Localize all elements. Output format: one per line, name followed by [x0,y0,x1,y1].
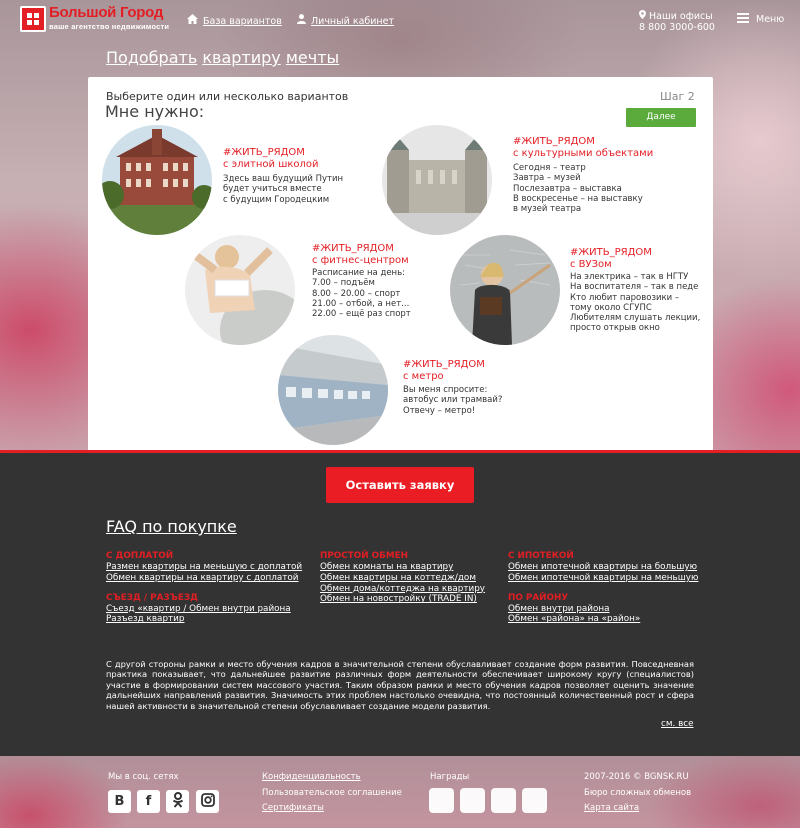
title-part-3[interactable]: мечты [286,48,339,67]
faq-link[interactable]: Обмен ипотечной квартиры на большую [508,562,698,573]
faq-column-2: ПРОСТОЙ ОБМЕН Обмен комнаты на квартиру … [320,551,485,605]
bureau-link[interactable]: Бюро сложных обменов [584,788,691,798]
option-school-tag[interactable]: #ЖИТЬ_РЯДОМ [223,147,305,159]
social-label: Мы в соц. сетях [108,772,179,782]
copyright: 2007-2016 © BGNSK.RU [584,772,689,782]
nav-base-label: База вариантов [203,16,282,27]
faq-title[interactable]: FAQ по покупке [106,517,237,536]
option-university-tag[interactable]: #ЖИТЬ_РЯДОМ [570,247,652,259]
faq-heading: С ИПОТЕКОЙ [508,551,574,561]
page-title: Подобрать квартиру мечты [106,48,339,67]
faq-column-1: С ДОПЛАТОЙ Размен квартиры на меньшую с … [106,551,302,625]
faq-description: С другой стороны рамки и место обучения … [106,659,694,711]
faq-link[interactable]: Разъезд квартир [106,614,302,625]
faq-column-3: С ИПОТЕКОЙ Обмен ипотечной квартиры на б… [508,551,698,625]
user-icon [297,14,306,27]
home-icon [187,14,198,27]
faq-link[interactable]: Размен квартиры на меньшую с доплатой [106,562,302,573]
faq-link[interactable]: Обмен квартиры на квартиру с доплатой [106,573,302,584]
faq-heading: ПРОСТОЙ ОБМЕН [320,551,408,561]
menu-button[interactable]: Меню [737,13,784,25]
menu-icon [737,13,749,23]
faq-link[interactable]: Обмен на новостройку (TRADE IN) [320,594,485,605]
option-university-image[interactable] [450,235,560,345]
faq-link[interactable]: Обмен дома/коттеджа на квартиру [320,584,485,595]
faq-link[interactable]: Съезд «квартир / Обмен внутри района [106,604,302,615]
see-all-link[interactable]: см. все [661,719,694,729]
option-fitness-tag[interactable]: #ЖИТЬ_РЯДОМ [312,243,394,255]
offices-block[interactable]: Наши офисы 8 800 3000-600 [639,10,715,33]
header: Большой Город ваше агентство недвижимост… [0,0,800,42]
option-fitness-desc: Расписание на день: 7.00 – подъём 8.00 –… [312,268,411,320]
option-school-subtitle[interactable]: с элитной школой [223,159,319,171]
nav-cabinet-label: Личный кабинет [311,16,395,27]
title-part-2[interactable]: квартиру [202,48,280,67]
title-part-1[interactable]: Подобрать [106,48,197,67]
footer: Мы в соц. сетях В f Конфиденциальность П… [0,756,800,828]
option-university-desc: На электрика – так в НГТУ На воспитателя… [570,272,701,334]
faq-link[interactable]: Обмен квартиры на коттедж/дом [320,573,485,584]
option-metro-desc: Вы меня спросите: автобус или трамвай? О… [403,385,503,416]
logo[interactable]: Большой Город ваше агентство недвижимост… [20,4,169,34]
option-university-subtitle[interactable]: с ВУЗом [570,259,612,271]
card-heading: Мне нужно: [105,102,205,121]
option-school-desc: Здесь ваш будущий Путин будет учиться вм… [223,174,344,205]
award-badge[interactable] [460,788,485,813]
map-pin-icon [639,10,649,22]
option-metro-image[interactable] [278,335,388,445]
award-badge[interactable] [491,788,516,813]
logo-subtitle: ваше агентство недвижимости [49,22,170,31]
faq-heading: ПО РАЙОНУ [508,592,569,603]
offices-label: Наши офисы [649,11,713,22]
award-badge[interactable] [522,788,547,813]
option-culture-tag[interactable]: #ЖИТЬ_РЯДОМ [513,136,595,148]
option-school-image[interactable] [102,125,212,235]
option-metro-tag[interactable]: #ЖИТЬ_РЯДОМ [403,359,485,371]
certificates-link[interactable]: Сертификаты [262,803,324,813]
nav-base-link[interactable]: База вариантов [187,14,282,27]
faq-heading: СЪЕЗД / РАЗЪЕЗД [106,592,199,603]
logo-icon [20,6,46,32]
option-culture-desc: Сегодня – театр Завтра – музей Послезавт… [513,163,643,215]
option-fitness-image[interactable] [185,235,295,345]
faq-section: Оставить заявку FAQ по покупке С ДОПЛАТО… [0,453,800,756]
phone-number[interactable]: 8 800 3000-600 [639,22,715,33]
menu-label: Меню [756,14,785,25]
awards-label: Награды [430,772,470,782]
privacy-link[interactable]: Конфиденциальность [262,772,361,782]
faq-link[interactable]: Обмен внутри района [508,604,698,615]
faq-link[interactable]: Обмен комнаты на квартиру [320,562,485,573]
odnoklassniki-icon[interactable] [166,790,189,813]
faq-link[interactable]: Обмен ипотечной квартиры на меньшую [508,573,698,584]
options-card: Выберите один или несколько вариантов Мн… [88,77,713,452]
facebook-icon[interactable]: f [137,790,160,813]
sitemap-link[interactable]: Карта сайта [584,803,639,813]
option-metro-subtitle[interactable]: с метро [403,371,444,383]
instagram-icon[interactable] [196,790,219,813]
option-culture-image[interactable] [382,125,492,235]
agreement-link[interactable]: Пользовательское соглашение [262,788,402,798]
next-button[interactable]: Далее [626,108,696,127]
submit-request-button[interactable]: Оставить заявку [326,467,474,503]
award-badge[interactable] [429,788,454,813]
step-indicator: Шаг 2 [660,90,695,103]
faq-heading: С ДОПЛАТОЙ [106,551,174,561]
option-fitness-subtitle[interactable]: с фитнес-центром [312,255,409,267]
nav-cabinet-link[interactable]: Личный кабинет [297,14,394,27]
faq-link[interactable]: Обмен «района» на «район» [508,614,698,625]
logo-title: Большой Город [49,4,164,21]
option-culture-subtitle[interactable]: с культурными объектами [513,148,653,160]
vk-icon[interactable]: В [108,790,131,813]
